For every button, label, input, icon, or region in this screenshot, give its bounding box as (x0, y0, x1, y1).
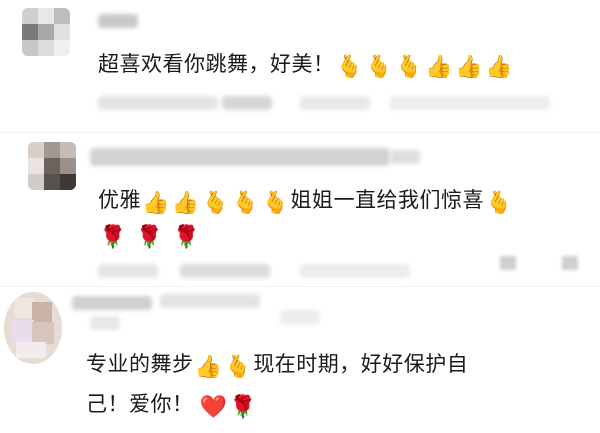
thumbs-up-emoji: 👍 (194, 355, 223, 380)
comment-text: 超喜欢看你跳舞，好美！🫰🫰🫰👍👍👍 (98, 48, 514, 82)
finger-heart-emoji: 🫰 (395, 55, 424, 80)
comment-meta (90, 316, 120, 330)
red-heart-emoji: ❤️ (199, 395, 228, 420)
comment-text: 优雅👍👍🫰🫰🫰姐姐一直给我们惊喜🫰 (98, 184, 514, 218)
comment-meta (280, 310, 320, 324)
thumbs-up-emoji: 👍 (425, 55, 454, 80)
comment-meta (98, 96, 218, 110)
username[interactable] (90, 148, 390, 166)
comment-text-segment: 优雅 (98, 188, 141, 212)
finger-heart-emoji: 🫰 (224, 355, 253, 380)
comment-feed: 超喜欢看你跳舞，好美！🫰🫰🫰👍👍👍 优雅👍👍🫰🫰🫰姐姐一直给我们惊喜🫰 � (0, 0, 600, 433)
comment-item: 超喜欢看你跳舞，好美！🫰🫰🫰👍👍👍 (0, 0, 600, 140)
comment-text: 己！爱你！ ❤️🌹 (86, 388, 258, 422)
rose-emoji: 🌹 (172, 225, 201, 250)
reply-icon[interactable] (562, 256, 578, 270)
avatar[interactable] (28, 142, 76, 190)
thumbs-up-emoji: 👍 (142, 191, 170, 216)
finger-heart-emoji: 🫰 (201, 191, 230, 216)
comment-meta (222, 96, 272, 110)
rose-emoji: 🌹 (229, 395, 258, 420)
comment-meta (180, 264, 270, 278)
finger-heart-emoji: 🫰 (335, 55, 364, 80)
comment-text-segment: 现在时期，好好保护自 (253, 352, 469, 376)
finger-heart-emoji: 🫰 (485, 191, 513, 216)
comment-item: 专业的舞步👍🫰现在时期，好好保护自 己！爱你！ ❤️🌹 (0, 290, 600, 433)
comment-text-segment: 专业的舞步 (86, 352, 194, 376)
comment-meta (300, 264, 410, 278)
avatar[interactable] (22, 8, 70, 56)
comment-item: 优雅👍👍🫰🫰🫰姐姐一直给我们惊喜🫰 🌹 🌹 🌹 (0, 140, 600, 290)
rose-emoji: 🌹 (99, 225, 127, 250)
finger-heart-emoji: 🫰 (261, 191, 290, 216)
comment-meta (390, 96, 550, 110)
comment-text: 专业的舞步👍🫰现在时期，好好保护自 (86, 348, 468, 382)
username[interactable] (98, 14, 138, 28)
comment-meta (98, 264, 158, 278)
comment-text-segment: 姐姐一直给我们惊喜 (290, 188, 485, 212)
like-icon[interactable] (500, 256, 516, 270)
comment-text-segment: 超喜欢看你跳舞，好美！ (98, 52, 335, 76)
thumbs-up-emoji: 👍 (455, 55, 484, 80)
comment-text-segment: 己！爱你！ (86, 392, 194, 416)
thumbs-up-emoji: 👍 (171, 191, 200, 216)
divider (0, 286, 600, 287)
thumbs-up-emoji: 👍 (485, 55, 513, 80)
comment-meta (300, 96, 370, 110)
finger-heart-emoji: 🫰 (365, 55, 394, 80)
username[interactable] (72, 296, 152, 310)
rose-emoji: 🌹 (135, 225, 164, 250)
username[interactable] (390, 150, 420, 164)
finger-heart-emoji: 🫰 (231, 191, 260, 216)
username[interactable] (160, 294, 260, 308)
avatar[interactable] (4, 292, 62, 364)
comment-text: 🌹 🌹 🌹 (98, 218, 202, 252)
divider (0, 132, 600, 133)
